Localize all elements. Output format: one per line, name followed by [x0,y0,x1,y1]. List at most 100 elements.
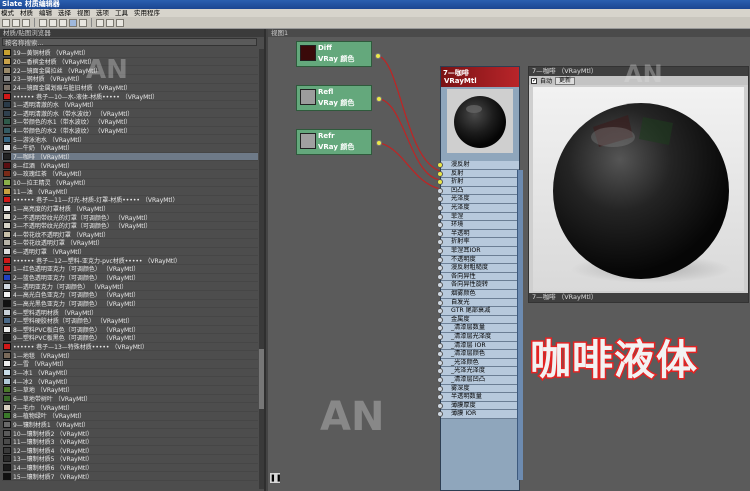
material-swatch-icon [3,153,11,160]
scrollbar[interactable] [259,49,264,489]
input-socket[interactable] [437,325,443,332]
material-swatch-icon [3,127,11,135]
slot-label: _光泽光泽度 [451,367,486,375]
input-slot[interactable]: 菲涅 [437,212,519,222]
input-socket[interactable] [437,316,443,323]
input-slot[interactable]: 不透明度 [437,255,519,265]
input-slot[interactable]: 烟雾颜色 [437,290,519,299]
output-socket[interactable] [376,96,382,102]
input-socket[interactable] [437,213,443,220]
menu-utilities[interactable]: 实用程序 [134,9,160,17]
menu-mode[interactable]: 模式 [1,9,14,17]
menu-tools[interactable]: 工具 [115,9,128,17]
delete-button[interactable] [49,18,57,27]
node-title: Refr [318,132,335,140]
output-socket[interactable] [376,140,382,146]
input-socket[interactable] [437,368,443,375]
input-socket[interactable] [437,359,443,366]
layout-all-button[interactable] [96,18,104,27]
input-socket[interactable] [437,230,443,237]
input-slot[interactable]: 漫反射 [437,161,519,170]
pause-button[interactable]: ❚❚ [270,473,282,483]
scroll-thumb[interactable] [259,349,264,409]
select-tool-button[interactable] [2,18,10,27]
input-socket[interactable] [437,308,443,315]
hide-unused-slots-button[interactable] [69,18,77,27]
input-slot[interactable]: _清漆层凹凸 [437,376,519,385]
material-swatch-icon [3,273,11,281]
toolbar [0,17,750,29]
input-socket[interactable] [437,273,443,280]
input-slot[interactable]: 菲涅耳IOR [437,247,519,256]
input-slot[interactable]: 漫反射粗糙度 [437,264,519,273]
node-type: VRay 颜色 [318,99,355,107]
input-socket[interactable] [437,299,443,306]
menu-options[interactable]: 选项 [96,9,109,17]
input-socket[interactable] [437,377,443,383]
slot-label: 光泽度 [451,204,470,211]
move-children-button[interactable] [59,18,67,27]
input-slot[interactable]: 半透明数量 [437,393,519,402]
input-slot[interactable]: 反射 [437,169,519,179]
input-slot[interactable]: 自发光 [437,298,519,308]
refl-color-node[interactable]: Refl VRay 颜色 [296,85,372,111]
input-socket[interactable] [437,291,443,297]
menu-view[interactable]: 视图 [77,9,90,17]
vraymtl-header[interactable]: 7—咖啡 VRayMtl [441,67,519,87]
zoom-tool-button[interactable] [22,18,30,27]
input-slot[interactable]: _清漆层数量 [437,324,519,333]
input-socket[interactable] [437,402,443,409]
tab-view1[interactable]: 视图1 [268,29,750,37]
auto-checkbox[interactable] [531,77,537,84]
input-socket[interactable] [437,162,443,168]
pan-tool-button[interactable] [12,18,20,27]
input-socket[interactable] [437,351,443,358]
input-socket[interactable] [437,282,443,289]
input-socket[interactable] [437,196,443,203]
input-slot[interactable]: _清漆层颜色 [437,350,519,359]
input-socket[interactable] [437,394,443,401]
menu-edit[interactable]: 编辑 [39,9,52,17]
node-scroll-rail[interactable] [517,170,523,480]
slot-label: 反射 [451,169,464,177]
input-socket[interactable] [437,187,443,194]
material-list-item[interactable]: 15—镶制材质7 （VRayMtl） [2,472,258,482]
menu-select[interactable]: 选择 [58,9,71,17]
update-button[interactable]: 更新 [555,76,576,85]
input-socket[interactable] [437,342,443,349]
search-input[interactable]: 按名称搜索... [2,38,257,47]
material-swatch-icon [3,360,11,368]
input-slot[interactable]: _清漆层光泽度 [437,333,519,342]
diff-color-node[interactable]: Diff VRay 颜色 [296,41,372,67]
input-socket[interactable] [437,411,443,418]
input-socket[interactable] [437,334,443,340]
input-socket[interactable] [437,256,443,263]
input-slot[interactable]: _光泽光泽度 [437,367,519,376]
input-socket[interactable] [437,205,443,211]
menu-material[interactable]: 材质 [20,9,33,17]
show-map-button[interactable] [79,18,87,27]
input-socket[interactable] [437,179,443,186]
input-slot[interactable]: 折射 [437,178,519,187]
input-slot[interactable]: 各向异性旋转 [437,281,519,290]
input-socket[interactable] [437,265,443,272]
input-slot[interactable]: 雾深度 [437,384,519,394]
output-socket[interactable] [375,53,381,59]
assign-material-button[interactable] [39,18,47,27]
input-slot[interactable]: 光泽度 [437,195,519,204]
material-editor-button[interactable] [116,18,124,27]
input-slot[interactable]: 环境 [437,221,519,230]
input-socket[interactable] [437,248,443,254]
input-socket[interactable] [437,239,443,246]
input-slot[interactable]: 薄膜 IOR [437,410,519,419]
input-socket[interactable] [437,222,443,229]
layout-children-button[interactable] [106,18,114,27]
refr-color-node[interactable]: Refr VRay 颜色 [296,129,372,155]
input-slot[interactable]: 折射率 [437,238,519,247]
input-slot[interactable]: 光泽度 [437,204,519,213]
input-slot[interactable]: GTR 尾部衰减 [437,307,519,316]
input-socket[interactable] [437,385,443,392]
input-socket[interactable] [437,170,443,177]
input-slot[interactable]: _清漆层 IOR [437,341,519,351]
slot-label: _清漆层 IOR [451,341,486,349]
